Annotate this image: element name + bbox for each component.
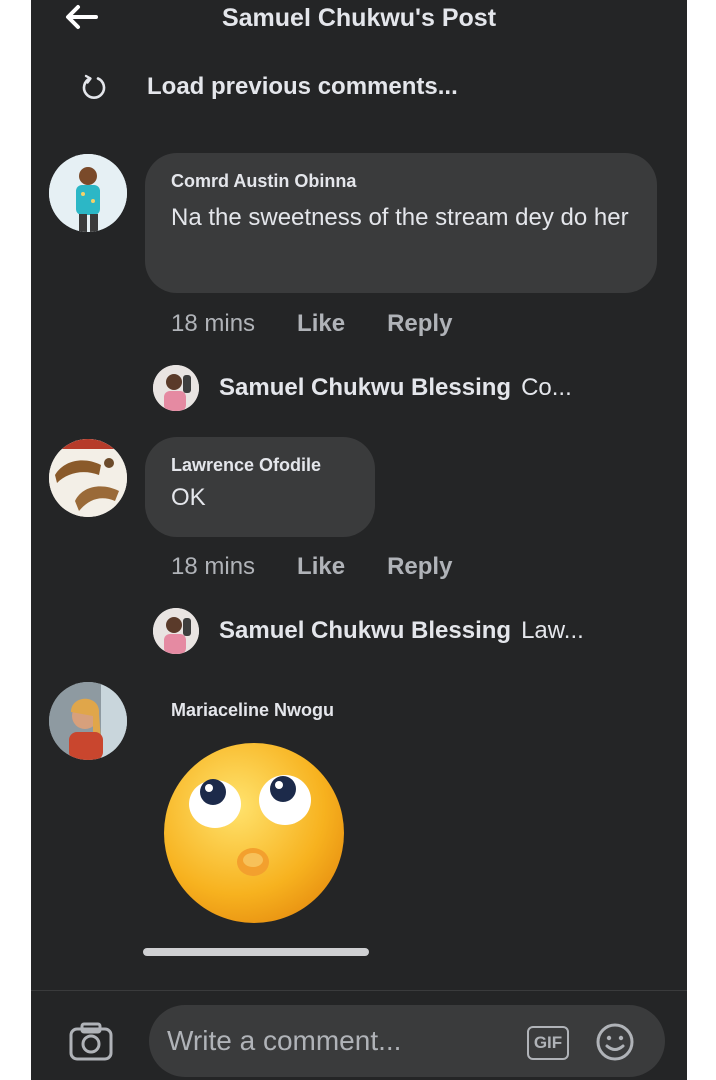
comment-composer: GIF (31, 990, 687, 1080)
user-photo (49, 682, 127, 760)
comment-input[interactable] (165, 1024, 509, 1058)
header: Samuel Chukwu's Post (31, 0, 687, 40)
comment-actions: 18 mins Like Reply (171, 310, 494, 338)
comment-time: 18 mins (171, 553, 256, 580)
reply-preview[interactable]: Samuel Chukwu Blessing Law... (153, 608, 584, 654)
comment-bubble: Lawrence Ofodile OK (145, 437, 375, 537)
comment-actions: 18 mins Like Reply (171, 553, 494, 581)
like-button[interactable]: Like (297, 310, 345, 338)
reply-user-photo (153, 365, 199, 411)
reply-avatar (153, 608, 199, 654)
load-previous-comments[interactable]: Load previous comments... (81, 70, 458, 104)
avatar[interactable] (49, 439, 127, 517)
comment-bubble: Comrd Austin Obinna Na the sweetness of … (145, 153, 657, 293)
reply-text: Co... (521, 374, 572, 401)
reply-author: Samuel Chukwu Blessing (219, 617, 512, 644)
eye-roll-emoji-icon (164, 743, 344, 923)
reply-author: Samuel Chukwu Blessing (219, 374, 512, 401)
reply-preview[interactable]: Samuel Chukwu Blessing Co... (153, 365, 572, 411)
page-title: Samuel Chukwu's Post (221, 4, 497, 32)
reply-button[interactable]: Reply (387, 553, 452, 581)
comment-text: OK (171, 484, 206, 511)
gif-button[interactable]: GIF (527, 1026, 569, 1060)
reply-text: Law... (521, 617, 584, 644)
refresh-icon (82, 74, 106, 99)
avatar[interactable] (49, 682, 127, 760)
comment-input-wrapper: GIF (149, 1005, 665, 1077)
camera-icon[interactable] (69, 1021, 113, 1061)
post-comments-screen: Samuel Chukwu's Post Load previous comme… (31, 0, 687, 1080)
reply-avatar (153, 365, 199, 411)
reply-button[interactable]: Reply (387, 310, 452, 338)
comment-author[interactable]: Lawrence Ofodile (171, 455, 349, 476)
user-photo (49, 439, 127, 517)
like-button[interactable]: Like (297, 553, 345, 581)
comment-time: 18 mins (171, 310, 256, 337)
load-previous-label: Load previous comments... (147, 73, 458, 100)
user-photo (49, 154, 127, 232)
avatar[interactable] (49, 154, 127, 232)
comment-author[interactable]: Mariaceline Nwogu (171, 700, 334, 721)
reply-user-photo (153, 608, 199, 654)
scroll-indicator[interactable] (143, 948, 369, 956)
smiley-icon[interactable] (595, 1022, 635, 1062)
sticker (161, 740, 347, 926)
comment-author[interactable]: Comrd Austin Obinna (171, 171, 631, 192)
comment-author-block: Mariaceline Nwogu (171, 700, 334, 721)
comment-text: Na the sweetness of the stream dey do he… (171, 204, 629, 231)
